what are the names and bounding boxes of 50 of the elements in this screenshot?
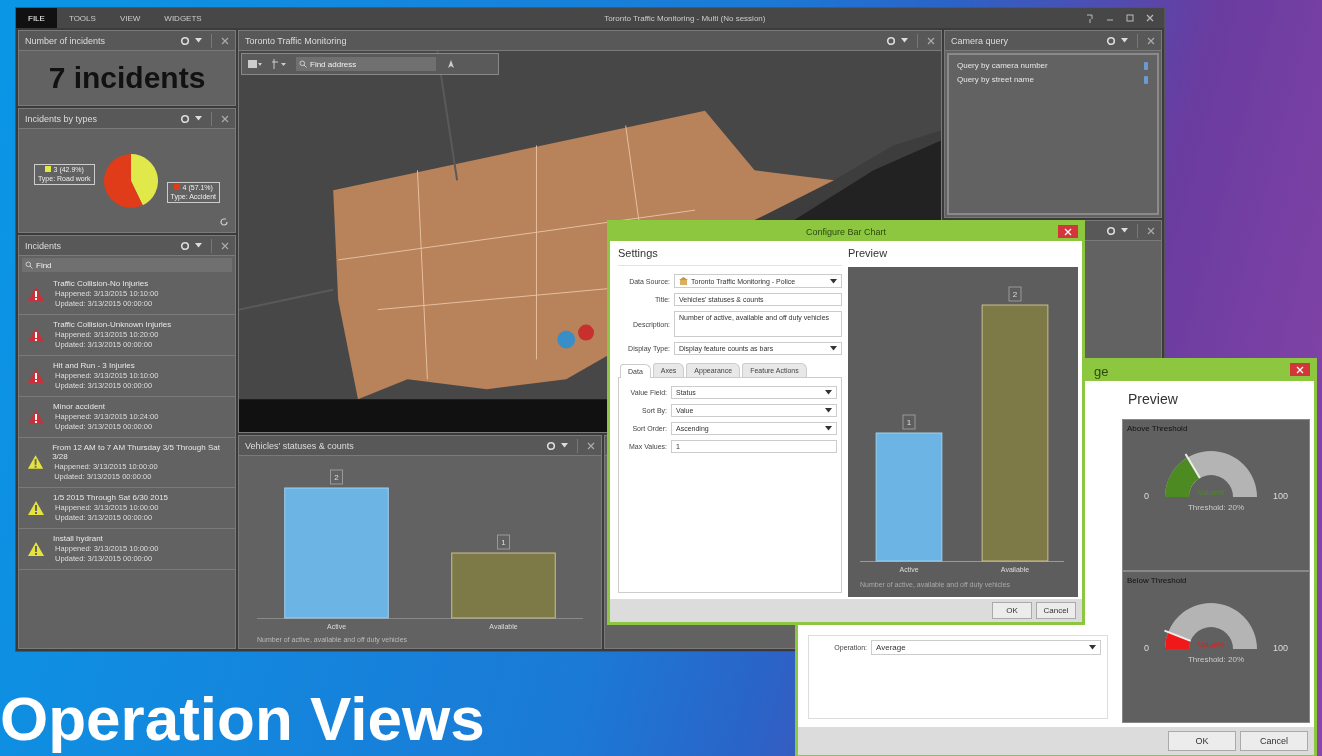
bar-value: 1 <box>902 414 916 430</box>
panel-title: Camera query <box>951 35 1009 46</box>
gauge-min: 0 <box>1143 491 1149 501</box>
dropdown[interactable]: Average <box>871 640 1101 655</box>
menu-item[interactable]: FILE <box>16 8 57 28</box>
panel-title: Number of incidents <box>25 35 106 46</box>
section-heading: Preview <box>848 247 889 259</box>
incident-count: 7 incidents <box>48 61 206 95</box>
data-label: 2 <box>1012 290 1018 299</box>
incident-title[interactable]: Minor accident <box>53 402 159 411</box>
dialog-button[interactable]: Cancel <box>1036 602 1076 619</box>
dialog-button[interactable]: OK <box>1168 731 1236 751</box>
dialog-button[interactable]: Cancel <box>1240 731 1308 751</box>
menu-item[interactable]: WIDGETS <box>152 8 214 28</box>
data-label: 2 <box>334 473 340 482</box>
gauge-max: 100 <box>1273 491 1288 501</box>
data-label: 1 <box>906 418 912 427</box>
panel-title: Toronto Traffic Monitoring <box>245 35 347 46</box>
panel-title: Vehicles' statuses & counts <box>245 440 354 451</box>
bar-value: 1 <box>497 534 510 550</box>
query-item[interactable]: Query by camera number <box>957 61 1048 70</box>
incident-title[interactable]: 1/5 2015 Through Sat 6/30 2015 <box>53 493 169 502</box>
dialog-title: Configure Bar Chart <box>805 227 886 237</box>
incident-title[interactable]: From 12 AM to 7 AM Thursday 3/5 Through Sat 3/28 <box>52 443 229 461</box>
bar-value: 2 <box>330 469 343 485</box>
panel-title: Incidents <box>25 240 62 251</box>
incident-title[interactable]: Hit and Run - 3 Injuries <box>53 361 159 370</box>
search-field[interactable]: Find address <box>296 57 436 71</box>
dialog-title: ge <box>1094 363 1109 379</box>
menu-item[interactable]: VIEW <box>107 8 153 28</box>
section-heading: Settings <box>618 247 659 259</box>
gauge-max: 100 <box>1273 643 1288 653</box>
gauge-title: Below Threshold <box>1127 576 1188 585</box>
incident-title[interactable]: Install hydrant <box>53 534 159 543</box>
incident-title[interactable]: Traffic Collision-Unknown Injuries <box>53 320 172 329</box>
data-label: 1 <box>501 538 507 547</box>
gauge-threshold: Threshold: 20% <box>1187 655 1245 664</box>
gauge-threshold: Threshold: 20% <box>1187 503 1245 512</box>
window-title: Toronto Traffic Monitoring - Multi (No session) <box>603 13 767 23</box>
query-item[interactable]: Query by street name <box>957 75 1034 84</box>
incident-title[interactable]: Traffic Collision-No Injuries <box>53 279 159 288</box>
gauge-value: Value% <box>1197 640 1225 649</box>
menu-item[interactable]: TOOLS <box>56 8 108 28</box>
gauge-title: Above Threshold <box>1127 424 1189 433</box>
gauge-min: 0 <box>1143 643 1149 653</box>
search-field[interactable]: Find <box>22 258 232 272</box>
section-heading: Preview <box>1127 390 1179 409</box>
bar-value: 2 <box>1008 286 1022 302</box>
panel-title: Incidents by types <box>25 113 98 124</box>
dialog-button[interactable]: OK <box>992 602 1032 619</box>
